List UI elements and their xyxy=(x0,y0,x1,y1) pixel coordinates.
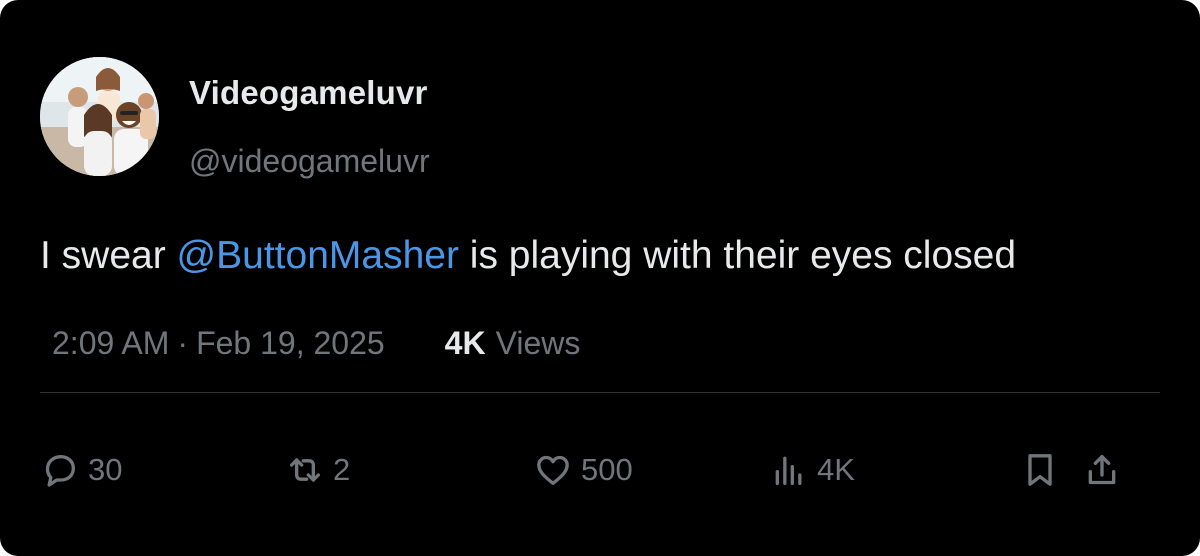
tweet-text-before: I swear xyxy=(40,234,177,277)
mention-link[interactable]: @ButtonMasher xyxy=(177,234,459,277)
retweet-icon xyxy=(290,458,320,482)
share-button[interactable] xyxy=(1082,448,1122,492)
views-label: Views xyxy=(495,325,581,361)
analytics-icon xyxy=(775,456,802,485)
tweet-time[interactable]: 2:09 AM xyxy=(52,325,169,361)
views-button[interactable]: 4K xyxy=(769,448,855,492)
like-button[interactable]: 500 xyxy=(533,448,633,492)
heart-icon xyxy=(537,455,569,485)
views-count: 4K xyxy=(444,325,486,361)
tweet-meta: 2:09 AM · Feb 19, 2025 4K Views xyxy=(52,325,580,362)
like-count: 500 xyxy=(581,452,633,487)
reply-icon xyxy=(45,455,76,487)
avatar[interactable] xyxy=(40,57,159,176)
reply-count: 30 xyxy=(88,452,123,487)
bookmark-icon xyxy=(1028,454,1052,486)
user-handle[interactable]: @videogameluvr xyxy=(189,143,430,180)
retweet-button[interactable]: 2 xyxy=(285,448,350,492)
tweet-date[interactable]: Feb 19, 2025 xyxy=(196,325,385,361)
meta-separator: · xyxy=(177,325,189,361)
divider xyxy=(40,392,1160,393)
tweet-text-after: is playing with their eyes closed xyxy=(458,234,1017,277)
views-action-count: 4K xyxy=(817,452,855,487)
tweet-card: Videogameluvr @videogameluvr I swear @Bu… xyxy=(0,0,1200,556)
retweet-count: 2 xyxy=(333,452,351,487)
tweet-text: I swear @ButtonMasher is playing with th… xyxy=(40,234,1016,278)
display-name[interactable]: Videogameluvr xyxy=(189,74,428,112)
reply-button[interactable]: 30 xyxy=(40,448,122,492)
share-icon xyxy=(1088,455,1116,485)
bookmark-button[interactable] xyxy=(1020,448,1060,492)
group-photo-avatar xyxy=(40,57,159,176)
